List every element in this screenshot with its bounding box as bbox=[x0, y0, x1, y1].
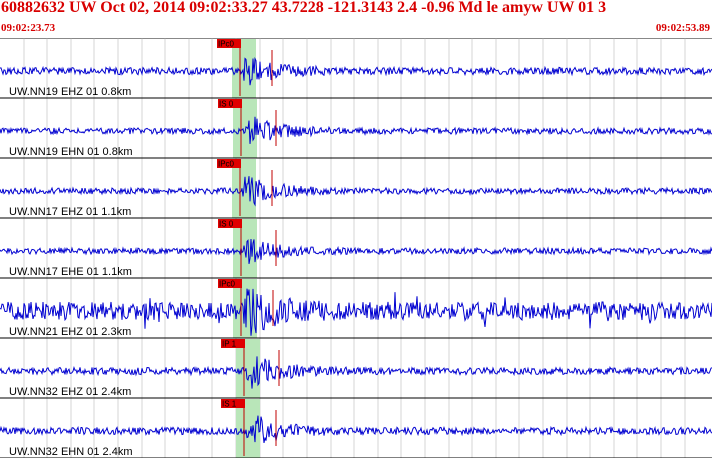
waveform bbox=[0, 238, 712, 264]
channel-label: UW.NN17 EHZ 01 1.1km bbox=[9, 206, 131, 218]
waveform bbox=[0, 56, 712, 86]
pick-label: IPc0 bbox=[218, 160, 235, 169]
channel-label: UW.NN32 EHN 01 2.4km bbox=[9, 446, 132, 458]
pick-label: IP 1 bbox=[222, 340, 237, 349]
channel-label: UW.NN19 EHN 01 0.8km bbox=[9, 146, 132, 158]
trace-channel[interactable]: IS 1 UW.NN32 EHN 01 2.4km bbox=[0, 399, 712, 458]
channel-label: UW.NN21 EHZ 01 2.3km bbox=[9, 326, 131, 338]
trace-channel[interactable]: IPc0 UW.NN17 EHZ 01 1.1km bbox=[0, 159, 712, 219]
pick-label: IPc0 bbox=[218, 40, 235, 49]
window-start-time: 09:02:23.73 bbox=[1, 22, 56, 34]
trace-channel[interactable]: IPc0 UW.NN19 EHZ 01 0.8km bbox=[0, 39, 712, 99]
pick-label: IS 0 bbox=[219, 100, 234, 109]
pick-label: IS 1 bbox=[222, 400, 237, 409]
channel-label: UW.NN32 EHZ 01 2.4km bbox=[9, 386, 131, 398]
event-header: 60882632 UW Oct 02, 2014 09:02:33.27 43.… bbox=[0, 0, 712, 39]
trace-channel[interactable]: IPc0 UW.NN21 EHZ 01 2.3km bbox=[0, 279, 712, 339]
pick-label: IS 0 bbox=[219, 220, 234, 229]
waveform bbox=[0, 356, 712, 389]
window-end-time: 09:02:53.89 bbox=[655, 22, 710, 34]
event-summary-line: 60882632 UW Oct 02, 2014 09:02:33.27 43.… bbox=[1, 0, 607, 16]
seismogram-panel[interactable]: IPc0 UW.NN19 EHZ 01 0.8km IS 0 UW.NN19 EHN … bbox=[0, 38, 712, 458]
waveform bbox=[0, 176, 712, 207]
trace-channel[interactable]: IP 1 UW.NN32 EHZ 01 2.4km bbox=[0, 339, 712, 399]
channel-label: UW.NN19 EHZ 01 0.8km bbox=[9, 86, 131, 98]
waveform bbox=[0, 415, 712, 443]
channel-label: UW.NN17 EHE 01 1.1km bbox=[9, 266, 132, 278]
trace-channel[interactable]: IS 0 UW.NN19 EHN 01 0.8km bbox=[0, 99, 712, 159]
pick-label: IPc0 bbox=[219, 280, 236, 289]
trace-channel[interactable]: IS 0 UW.NN17 EHE 01 1.1km bbox=[0, 219, 712, 279]
waveform bbox=[0, 116, 712, 144]
